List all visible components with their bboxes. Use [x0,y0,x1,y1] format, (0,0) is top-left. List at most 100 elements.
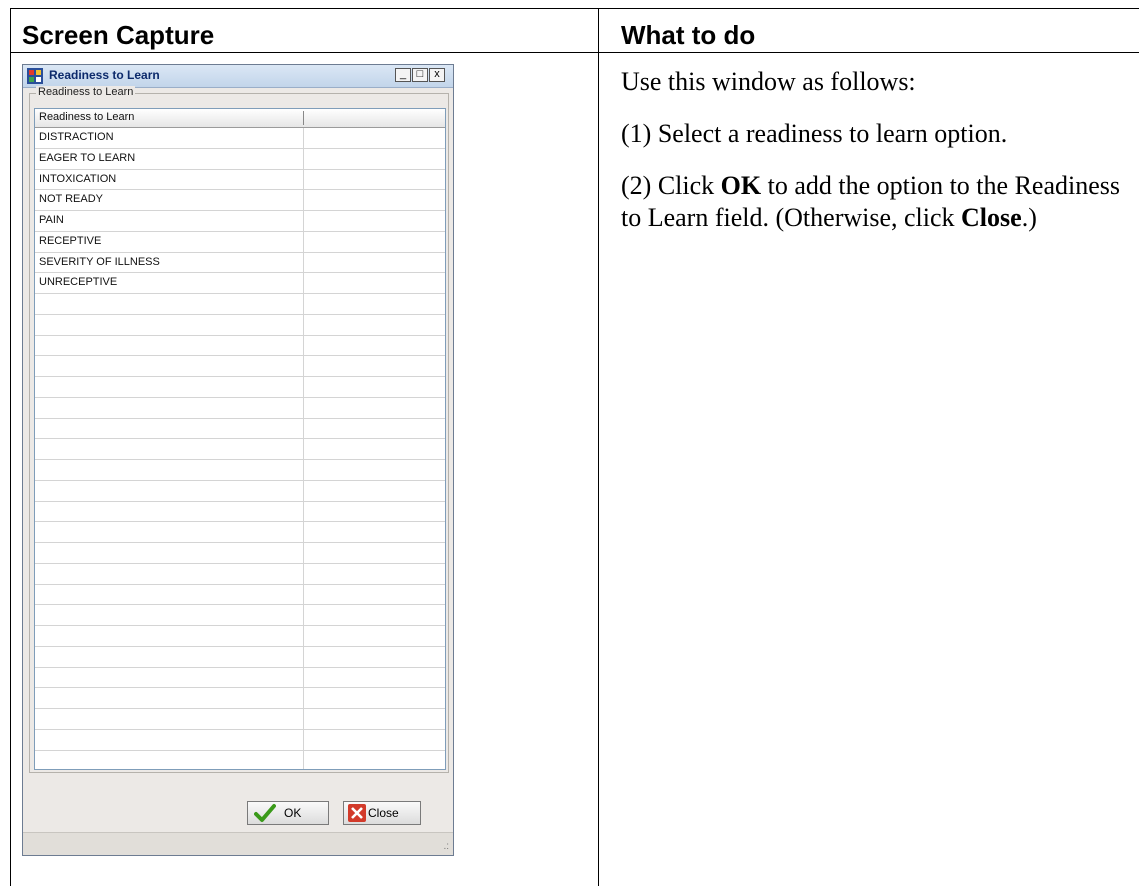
column-header-what-to-do: What to do [621,20,756,50]
row-column-separator [303,729,304,750]
column-header-screen-capture: Screen Capture [22,20,215,50]
table-row[interactable] [35,605,445,626]
step2-pre: (2) Click [621,171,721,200]
row-column-separator [303,211,304,231]
table-row[interactable] [35,314,445,336]
maximize-button[interactable]: □ [412,68,428,82]
status-bar: .: [23,832,453,855]
table-row[interactable] [35,335,445,357]
table-row[interactable] [35,626,445,647]
close-button[interactable]: Close [343,801,421,825]
red-x-icon [348,804,366,822]
table-left-border [10,8,11,886]
row-column-separator [303,356,304,376]
table-row[interactable]: PAIN [35,211,445,232]
column-resize-handle[interactable] [303,111,304,125]
ok-button[interactable]: OK [247,801,329,825]
row-label: INTOXICATION [39,172,117,185]
table-row[interactable] [35,522,445,543]
row-label: DISTRACTION [39,131,114,143]
row-column-separator [303,252,304,273]
table-row[interactable] [35,646,445,668]
row-column-separator [303,231,304,252]
grid-rows: DISTRACTION EAGER TO LEARN INTOXICATION NOT… [35,128,445,769]
table-row[interactable] [35,460,445,481]
row-column-separator [303,626,304,646]
table-top-border [10,8,1139,9]
row-column-separator [303,460,304,480]
row-column-separator [303,563,304,584]
table-row[interactable]: SEVERITY OF ILLNESS [35,252,445,274]
row-column-separator [303,314,304,335]
row-label: EAGER TO LEARN [39,151,136,164]
row-label: PAIN [39,214,64,226]
step2-close-bold: Close [961,203,1022,232]
close-window-button[interactable]: x [429,68,445,82]
row-column-separator [303,501,304,522]
row-column-separator [303,584,304,605]
table-row[interactable] [35,377,445,398]
app-icon [27,68,43,84]
table-row[interactable]: DISTRACTION [35,128,445,149]
minimize-button[interactable]: _ [395,68,411,82]
row-column-separator [303,646,304,667]
row-label: SEVERITY OF ILLNESS [39,255,160,268]
window-titlebar: Readiness to Learn _ □ x [23,65,453,88]
readiness-to-learn-window: Readiness to Learn _ □ x Readiness to Le… [22,64,454,856]
instructions-intro: Use this window as follows: [621,67,916,96]
table-row[interactable] [35,397,445,419]
instructions-step-1: (1) Select a readiness to learn option. [621,119,1008,148]
row-column-separator [303,688,304,708]
group-label: Readiness to Learn [36,86,136,98]
row-column-separator [303,439,304,459]
table-row[interactable]: UNRECEPTIVE [35,273,445,294]
table-row[interactable] [35,543,445,564]
row-label: UNRECEPTIVE [39,276,118,289]
table-row[interactable] [35,709,445,730]
ok-button-label: OK [284,806,302,820]
table-row[interactable]: EAGER TO LEARN [35,148,445,170]
row-column-separator [303,522,304,542]
table-header-divider [10,52,1139,53]
table-row[interactable] [35,584,445,606]
grid-column-header[interactable]: Readiness to Learn [39,111,134,123]
checkmark-icon [254,804,276,822]
table-row[interactable] [35,729,445,751]
row-column-separator [303,543,304,563]
step2-post: .) [1021,203,1037,232]
row-column-separator [303,377,304,397]
table-row[interactable]: NOT READY [35,190,445,211]
row-column-separator [303,480,304,501]
row-column-separator [303,273,304,293]
row-column-separator [303,335,304,356]
readiness-grid[interactable]: Readiness to Learn DISTRACTION EAGER TO L… [34,108,446,770]
table-row[interactable]: RECEPTIVE [35,231,445,253]
table-row[interactable] [35,563,445,585]
table-row[interactable] [35,356,445,377]
row-column-separator [303,148,304,169]
table-row[interactable] [35,750,445,769]
window-title: Readiness to Learn [49,68,160,82]
table-row[interactable] [35,667,445,689]
row-label: NOT READY [39,193,103,206]
table-row[interactable] [35,688,445,709]
table-column-divider [598,8,599,886]
row-column-separator [303,750,304,769]
table-row[interactable] [35,294,445,315]
table-row[interactable] [35,439,445,460]
readiness-group-box: Readiness to Learn Readiness to Learn DI… [29,86,449,773]
step2-ok-bold: OK [720,171,762,200]
table-row[interactable]: INTOXICATION [35,169,445,191]
row-column-separator [303,294,304,314]
instructions-step-2: (2) Click OK to add the option to the Re… [621,170,1131,234]
table-row[interactable] [35,501,445,523]
table-row[interactable] [35,418,445,440]
row-column-separator [303,709,304,729]
table-row[interactable] [35,480,445,502]
close-button-label: Close [368,806,399,820]
instructions: Use this window as follows: (1) Select a… [621,66,1131,254]
row-column-separator [303,397,304,418]
resize-grip-icon[interactable]: .: [443,841,449,852]
row-column-separator [303,169,304,190]
row-column-separator [303,605,304,625]
